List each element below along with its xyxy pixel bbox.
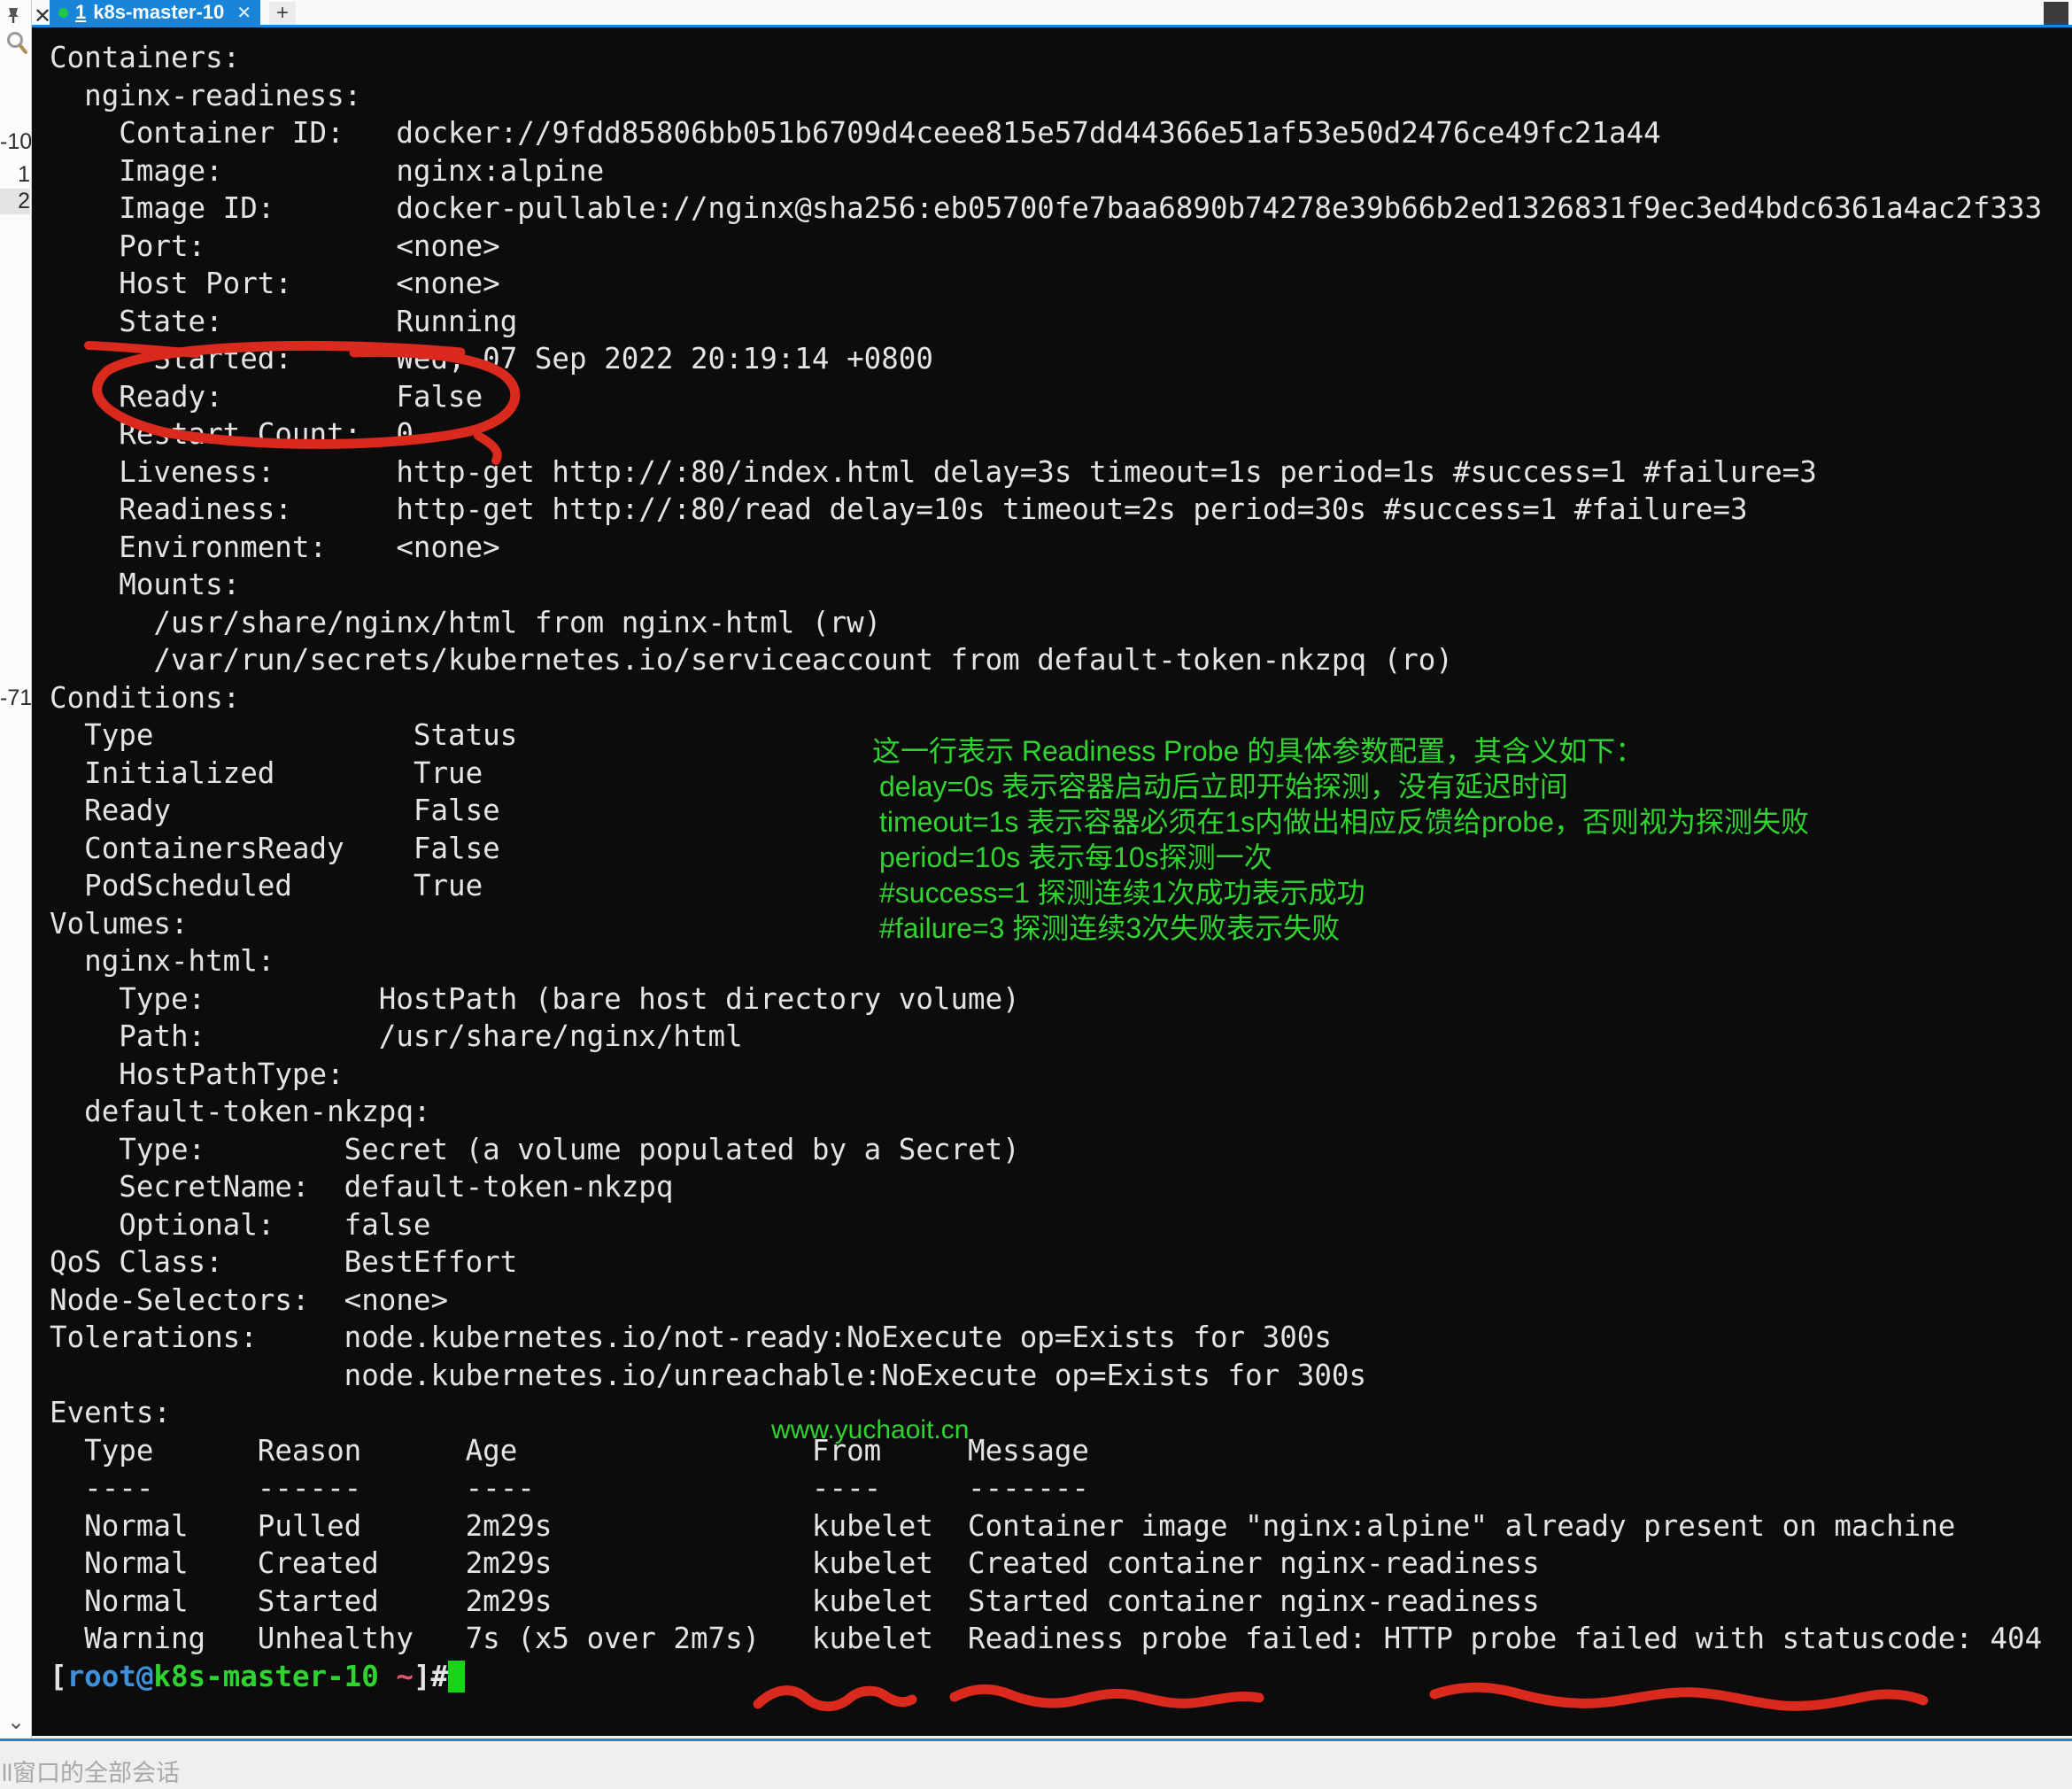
note-line: period=10s 表示每10s探测一次	[872, 840, 1809, 875]
prompt-host: k8s-master-10	[153, 1660, 378, 1693]
sidebar-session-item[interactable]: 2	[0, 189, 30, 214]
note-line: timeout=1s 表示容器必须在1s内做出相应反馈给probe，否则视为探测…	[872, 804, 1809, 840]
prompt-bracket: ]#	[414, 1660, 448, 1693]
search-icon[interactable]	[5, 30, 28, 59]
note-line: delay=0s 表示容器启动后立即开始探测，没有延迟时间	[872, 769, 1809, 804]
sidebar-session-item[interactable]: 1	[0, 162, 30, 188]
window-menu-button[interactable]	[2044, 2, 2068, 25]
xshell-window: -10 1 2 -71 ⌄ ✕ 1 k8s-master-10 ✕ + Cont…	[0, 0, 2072, 1789]
tab-label: k8s-master-10	[93, 1, 224, 24]
new-tab-button[interactable]: +	[269, 2, 296, 25]
prompt-bracket: [	[50, 1660, 67, 1693]
status-bar: ll窗口的全部会话	[0, 1739, 2072, 1789]
tab-k8s-master-10[interactable]: 1 k8s-master-10 ✕	[50, 0, 260, 25]
close-icon[interactable]: ✕	[34, 4, 51, 29]
tab-index: 1	[75, 1, 86, 24]
prompt-user: root@	[67, 1660, 154, 1693]
shell-prompt: [root@k8s-master-10 ~]#	[32, 1658, 2072, 1696]
tab-close-icon[interactable]: ✕	[236, 2, 251, 24]
session-connected-dot-icon	[58, 8, 68, 18]
readiness-probe-note: 这一行表示 Readiness Probe 的具体参数配置，其含义如下： del…	[872, 733, 1809, 946]
terminal-cursor	[448, 1661, 465, 1692]
watermark-text: www.yuchaoit.cn	[771, 1415, 969, 1445]
note-line: 这一行表示 Readiness Probe 的具体参数配置，其含义如下：	[872, 733, 1809, 769]
tabbar-accent-line	[32, 25, 2072, 27]
sidebar-session-item[interactable]: -71	[0, 685, 30, 711]
note-line: #failure=3 探测连续3次失败表示失败	[872, 910, 1809, 946]
status-bar-text: ll窗口的全部会话	[2, 1754, 180, 1788]
note-line: #success=1 探测连续1次成功表示成功	[872, 875, 1809, 910]
prompt-path: ~	[379, 1660, 414, 1693]
session-sidebar[interactable]: -10 1 2 -71 ⌄	[0, 0, 32, 1739]
pin-icon[interactable]	[4, 5, 23, 29]
tab-bar: 1 k8s-master-10 ✕ +	[32, 0, 2072, 27]
chevron-down-icon[interactable]: ⌄	[7, 1709, 25, 1735]
sidebar-session-item[interactable]: -10	[0, 129, 30, 155]
